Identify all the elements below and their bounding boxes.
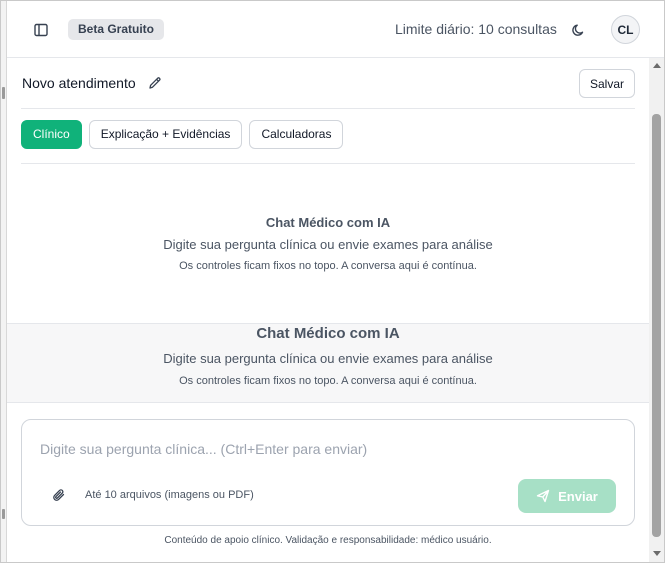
tab-explicacao-evidencias[interactable]: Explicação + Evidências bbox=[88, 120, 243, 149]
edge-marker bbox=[2, 87, 5, 99]
divider bbox=[21, 108, 635, 109]
edge-marker bbox=[2, 509, 5, 519]
session-title: Novo atendimento bbox=[22, 75, 136, 91]
chat-empty-note: Os controles ficam fixos no topo. A conv… bbox=[179, 375, 477, 387]
scrollbar-thumb[interactable] bbox=[652, 114, 661, 537]
chat-empty-subtitle: Digite sua pergunta clínica ou envie exa… bbox=[163, 351, 493, 366]
empty-state-note: Os controles ficam fixos no topo. A conv… bbox=[179, 260, 477, 272]
beta-badge: Beta Gratuito bbox=[68, 19, 165, 40]
attach-hint: Até 10 arquivos (imagens ou PDF) bbox=[85, 489, 254, 501]
left-window-edge bbox=[1, 1, 7, 562]
send-button[interactable]: Enviar bbox=[518, 479, 616, 513]
daily-limit-text: Limite diário: 10 consultas bbox=[395, 21, 557, 37]
divider bbox=[21, 163, 635, 164]
send-button-label: Enviar bbox=[558, 488, 598, 504]
empty-state: Chat Médico com IA Digite sua pergunta c… bbox=[21, 214, 635, 272]
scroll-up-arrow-icon[interactable] bbox=[653, 63, 661, 68]
chat-empty-title: Chat Médico com IA bbox=[256, 325, 400, 342]
save-button[interactable]: Salvar bbox=[579, 69, 635, 98]
disclaimer-text: Conteúdo de apoio clínico. Validação e r… bbox=[164, 535, 492, 546]
send-icon bbox=[536, 489, 550, 503]
top-header: Beta Gratuito Limite diário: 10 consulta… bbox=[7, 1, 664, 58]
empty-state-subtitle: Digite sua pergunta clínica ou envie exa… bbox=[163, 237, 493, 252]
tab-calculadoras[interactable]: Calculadoras bbox=[249, 120, 344, 149]
scrollbar[interactable] bbox=[649, 58, 664, 562]
mode-tabs: Clínico Explicação + Evidências Calculad… bbox=[21, 120, 344, 149]
moon-icon[interactable] bbox=[569, 20, 589, 40]
pencil-icon[interactable] bbox=[146, 74, 164, 92]
sidebar-panel-icon[interactable] bbox=[31, 20, 51, 40]
message-composer: Até 10 arquivos (imagens ou PDF) Enviar bbox=[21, 419, 635, 526]
question-input[interactable] bbox=[40, 438, 610, 460]
chat-scroll-area: Chat Médico com IA Digite sua pergunta c… bbox=[7, 323, 649, 403]
app-window: Beta Gratuito Limite diário: 10 consulta… bbox=[0, 0, 665, 563]
scroll-down-arrow-icon[interactable] bbox=[653, 551, 661, 556]
tab-clinico[interactable]: Clínico bbox=[21, 120, 82, 149]
paperclip-icon[interactable] bbox=[50, 486, 68, 504]
chat-empty-state: Chat Médico com IA Digite sua pergunta c… bbox=[7, 324, 649, 387]
empty-state-title: Chat Médico com IA bbox=[265, 215, 391, 230]
session-title-row: Novo atendimento Salvar bbox=[22, 68, 635, 98]
avatar[interactable]: CL bbox=[611, 15, 640, 44]
